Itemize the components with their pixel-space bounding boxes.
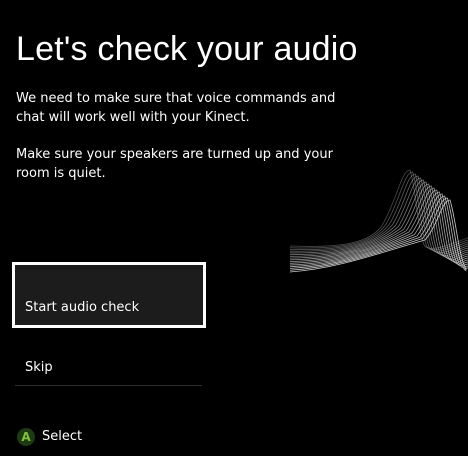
sound-wave-graphic bbox=[290, 169, 468, 273]
select-hint-label: Select bbox=[42, 429, 83, 444]
skip-button[interactable]: Skip bbox=[15, 348, 202, 386]
instruction-text: Make sure your speakers are turned up an… bbox=[16, 147, 333, 181]
sound-wave-line bbox=[290, 169, 468, 249]
page-title: Let's check your audio bbox=[16, 30, 358, 68]
controller-hint: A Select bbox=[17, 428, 82, 446]
start-audio-check-label: Start audio check bbox=[25, 300, 140, 315]
sound-wave-line bbox=[290, 193, 468, 268]
intro-text: We need to make sure that voice commands… bbox=[16, 91, 336, 125]
skip-label: Skip bbox=[25, 360, 53, 375]
a-button-icon: A bbox=[17, 428, 35, 446]
start-audio-check-button[interactable]: Start audio check bbox=[12, 262, 206, 328]
